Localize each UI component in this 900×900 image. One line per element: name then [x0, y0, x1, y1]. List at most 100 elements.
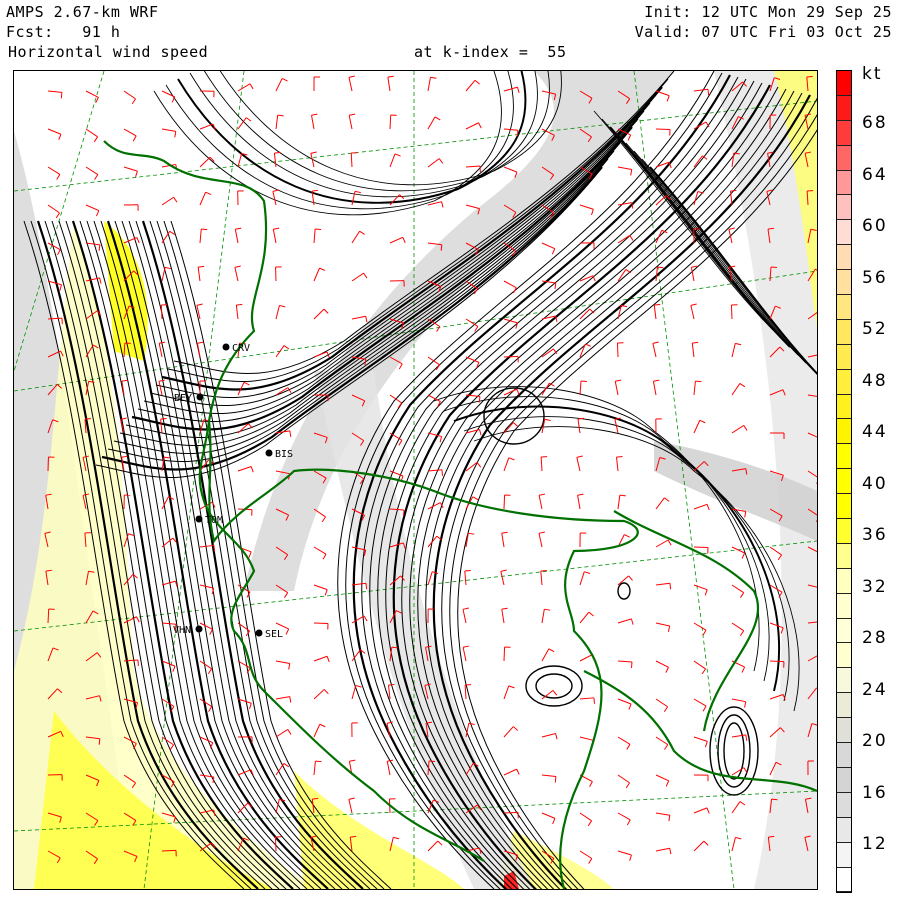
wind-barb — [348, 77, 353, 92]
colorbar-label: 60 — [862, 216, 888, 236]
wind-barb-feather — [464, 570, 471, 572]
wind-barb — [503, 128, 518, 131]
contour-line — [213, 40, 562, 186]
wind-barb — [313, 308, 325, 320]
wind-barb — [274, 836, 277, 852]
wind-barb-feather — [704, 589, 708, 596]
wind-barb-feather — [58, 134, 62, 141]
wind-barb-feather — [136, 237, 140, 244]
valid-time: Valid: 07 UTC Fri 03 Oct 25 — [634, 23, 892, 41]
wind-barb — [730, 304, 733, 320]
wind-barb — [234, 229, 239, 244]
wind-barb-feather — [584, 571, 591, 574]
wind-barb — [617, 166, 632, 171]
wind-barb-feather — [169, 230, 175, 236]
wind-barb — [577, 495, 581, 510]
wind-barb-feather — [690, 303, 697, 306]
wind-barb-feather — [349, 759, 356, 762]
wind-barb — [313, 724, 321, 738]
wind-barb — [275, 115, 279, 130]
wind-barb — [617, 812, 631, 821]
wind-barb — [196, 343, 201, 358]
wind-barb-feather — [552, 690, 558, 696]
wind-barb — [389, 153, 396, 168]
colorbar-segment — [837, 95, 851, 121]
wind-barb-feather — [554, 776, 557, 783]
wind-barb — [541, 242, 555, 250]
wind-barb — [579, 697, 594, 700]
wind-barb — [690, 305, 695, 320]
wind-barb — [47, 166, 61, 175]
colorbar-unit: kt — [862, 64, 883, 84]
wind-barb — [427, 840, 439, 852]
wind-barb-feather — [434, 116, 441, 121]
colorbar-segment — [837, 369, 851, 395]
wind-barb — [731, 801, 741, 814]
wind-barb-feather — [288, 663, 291, 670]
wind-barb — [541, 812, 556, 819]
wind-barb-feather — [136, 616, 140, 623]
wind-barb-feather — [743, 767, 748, 773]
wind-barb — [462, 647, 467, 662]
wind-barb-feather — [629, 854, 632, 861]
wind-barb — [123, 90, 136, 100]
wind-barb-feather — [274, 151, 281, 154]
contour-line — [189, 52, 538, 198]
wind-barb — [197, 267, 201, 282]
wind-barb — [728, 229, 733, 244]
wind-barb — [731, 383, 741, 396]
wind-barb-feather — [363, 615, 368, 622]
wind-barb-feather — [626, 819, 631, 826]
wind-barb — [275, 78, 283, 92]
colorbar-segment — [837, 444, 851, 470]
wind-barb-feather — [209, 629, 213, 635]
colorbar-segment — [837, 220, 851, 246]
wind-barb — [693, 698, 707, 707]
wind-barb — [85, 242, 100, 246]
wind-barb — [655, 267, 658, 282]
wind-barb-feather — [627, 134, 632, 141]
wind-barb — [389, 394, 402, 404]
wind-barb-feather — [250, 466, 254, 473]
wind-barb — [161, 849, 177, 852]
wind-barb-feather — [135, 170, 138, 178]
wind-barb-feather — [621, 304, 628, 308]
wind-barb-feather — [512, 422, 519, 427]
colorbar-segment — [837, 867, 851, 893]
colorbar-segment — [837, 643, 851, 669]
wind-barb — [616, 342, 619, 358]
wind-barb — [693, 736, 708, 742]
wind-barb-feather — [359, 230, 365, 235]
station-marker — [196, 393, 204, 401]
wind-barb — [427, 116, 436, 130]
wind-barb — [693, 622, 707, 631]
grid-line — [143, 70, 245, 890]
wind-barb — [388, 685, 391, 700]
wind-barb-feather — [625, 269, 632, 274]
wind-barb — [731, 767, 745, 776]
wind-barb-feather — [441, 469, 443, 476]
wind-barb — [503, 768, 517, 776]
wind-barb-feather — [544, 608, 551, 611]
wind-barb — [158, 381, 163, 396]
wind-barb — [769, 546, 782, 556]
wind-barb — [617, 202, 632, 206]
wind-barb-feather — [728, 227, 735, 230]
wind-barb — [275, 660, 290, 665]
station-marker — [255, 629, 263, 637]
level-label: at k-index = 55 — [414, 43, 567, 61]
station-marker — [195, 625, 203, 633]
wind-barb — [313, 689, 325, 700]
wind-barb — [161, 231, 171, 244]
wind-barb-feather — [213, 545, 216, 552]
wind-barb — [617, 736, 631, 745]
wind-barb — [693, 660, 706, 670]
wind-barb — [313, 229, 316, 244]
wind-barb — [693, 584, 708, 591]
wind-barb-feather — [393, 836, 400, 840]
colorbar-segment — [837, 469, 851, 495]
wind-barb-feather — [540, 570, 547, 572]
wind-barb-feather — [283, 345, 290, 350]
wind-barb-feather — [164, 266, 172, 270]
wind-barb — [579, 571, 585, 586]
